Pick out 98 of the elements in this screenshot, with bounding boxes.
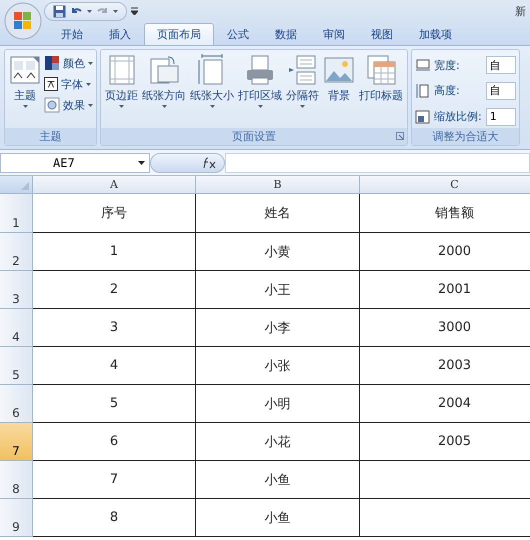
print-area-icon [244, 54, 276, 86]
ribbon-button[interactable]: 分隔符 [285, 54, 320, 128]
ribbon-button[interactable]: 打印区域 [237, 54, 283, 128]
caret-icon [22, 105, 28, 108]
ribbon-tab[interactable]: 插入 [96, 23, 144, 45]
table-cell: 4 [33, 347, 196, 385]
table-cell: 8 [33, 499, 196, 537]
ribbon-tab[interactable]: 开始 [48, 23, 96, 45]
ribbon-tab[interactable]: 数据 [262, 23, 310, 45]
ribbon-tab[interactable]: 公式 [214, 23, 262, 45]
table-cell: 2 [33, 271, 196, 309]
table-cell: 3 [33, 309, 196, 347]
caret-icon[interactable] [138, 160, 145, 164]
field-label: 缩放比例: [434, 109, 482, 124]
table-cell: 小黄 [196, 233, 360, 271]
row-header[interactable]: 6 [0, 385, 33, 423]
save-icon[interactable] [53, 4, 66, 18]
table-cell: 小花 [196, 423, 360, 461]
table-cell: 3000 [360, 309, 530, 347]
formula-input[interactable] [225, 152, 530, 172]
ribbon-button[interactable]: 纸张方向 [141, 54, 187, 128]
dialog-launcher-icon[interactable] [396, 132, 404, 140]
width-icon [415, 57, 431, 74]
table-cell: 小王 [196, 271, 360, 309]
table-cell: 5 [33, 385, 196, 423]
table-cell: 2004 [360, 385, 530, 423]
table-cell: 小张 [196, 347, 360, 385]
corner-triangle-icon [21, 182, 29, 190]
font-icon [44, 77, 58, 91]
field-label: 高度: [434, 83, 460, 98]
table-cell: 1 [33, 233, 196, 271]
row-header[interactable]: 4 [0, 309, 33, 347]
caret-icon [300, 105, 305, 108]
height-icon [415, 82, 431, 99]
group-label: 页面设置 [232, 129, 276, 144]
theme-icon [9, 54, 41, 86]
row-header[interactable]: 3 [0, 271, 33, 309]
ribbon-button[interactable]: 页边距 [104, 54, 139, 128]
caret-icon [210, 105, 214, 108]
table-cell: 序号 [33, 194, 196, 233]
caret-icon [88, 104, 93, 106]
table-cell: 小明 [196, 385, 360, 423]
ribbon-button[interactable]: 纸张大小 [189, 54, 235, 128]
group-label: 调整为合适大 [432, 129, 498, 144]
input-field[interactable]: 自 [486, 82, 516, 100]
caret-icon [87, 10, 92, 12]
column-header[interactable]: A [33, 176, 196, 194]
table-cell: 2005 [360, 423, 530, 461]
field-label: 宽度: [434, 58, 460, 73]
ribbon-tab[interactable]: 页面布局 [144, 23, 214, 45]
table-cell: 销售额 [360, 194, 530, 233]
row-header[interactable]: 1 [0, 194, 33, 233]
group-label: 主题 [40, 129, 62, 144]
caret-icon [258, 105, 262, 108]
ribbon-tab[interactable]: 审阅 [310, 23, 358, 45]
fx-icon [202, 156, 218, 168]
caret-icon [119, 105, 124, 108]
ribbon-tab[interactable]: 加载项 [406, 23, 465, 45]
caret-icon [113, 10, 118, 12]
ribbon-button[interactable]: 主题 [8, 54, 42, 128]
table-cell: 6 [33, 423, 196, 461]
table-cell: 2001 [360, 271, 530, 309]
page-orientation-icon [148, 54, 180, 86]
window-title: 新 [515, 4, 526, 18]
color-swatch-icon [44, 55, 60, 71]
column-header[interactable]: B [196, 176, 360, 194]
ribbon-button[interactable]: 字体 [44, 75, 93, 93]
row-header[interactable]: 2 [0, 233, 33, 271]
page-breaks-icon [286, 54, 318, 86]
column-header[interactable]: C [360, 176, 530, 194]
table-cell: 2000 [360, 233, 530, 271]
effects-icon [44, 97, 60, 113]
name-box[interactable]: AE7 [0, 152, 150, 172]
ribbon-button[interactable]: 打印标题 [358, 54, 404, 128]
table-cell: 7 [33, 461, 196, 499]
ribbon-button[interactable]: 颜色 [44, 54, 93, 72]
ribbon-button[interactable]: 效果 [44, 96, 93, 114]
row-header[interactable]: 8 [0, 461, 33, 499]
office-button[interactable] [4, 2, 42, 40]
row-header[interactable]: 9 [0, 499, 33, 537]
table-cell: 姓名 [196, 194, 360, 233]
ribbon-tab[interactable]: 视图 [358, 23, 406, 45]
print-titles-icon [365, 54, 397, 86]
customize-toolbar-icon[interactable] [131, 7, 138, 15]
caret-icon [162, 105, 166, 108]
table-cell: 2003 [360, 347, 530, 385]
table-cell: 小鱼 [196, 461, 360, 499]
row-header[interactable]: 7 [0, 423, 33, 461]
caret-icon [88, 62, 93, 64]
table-cell: 小鱼 [196, 499, 360, 537]
insert-function-button[interactable] [150, 152, 225, 172]
scale-icon [415, 108, 431, 125]
row-header[interactable]: 5 [0, 347, 33, 385]
caret-icon [86, 82, 91, 86]
ribbon-button[interactable]: 背景 [322, 54, 356, 128]
table-cell: 小李 [196, 309, 360, 347]
input-field[interactable]: 1 [486, 108, 516, 126]
input-field[interactable]: 自 [486, 56, 516, 74]
